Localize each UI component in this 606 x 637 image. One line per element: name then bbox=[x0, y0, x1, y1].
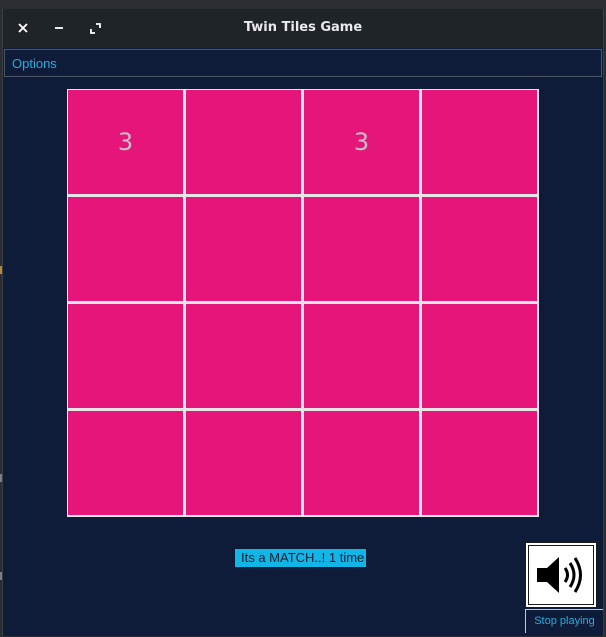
tile-board: 33 bbox=[67, 89, 539, 517]
sound-button[interactable] bbox=[525, 542, 597, 608]
stop-playing-button[interactable]: Stop playing bbox=[525, 609, 603, 633]
game-tile[interactable]: 3 bbox=[68, 90, 183, 194]
game-tile[interactable] bbox=[304, 411, 419, 515]
menu-bar: Options bbox=[4, 49, 602, 77]
game-tile[interactable]: 3 bbox=[304, 90, 419, 194]
game-tile[interactable] bbox=[68, 197, 183, 301]
game-tile[interactable] bbox=[68, 304, 183, 408]
game-tile[interactable] bbox=[422, 411, 537, 515]
edge-marker bbox=[0, 474, 2, 482]
game-tile[interactable] bbox=[304, 197, 419, 301]
title-bar: Twin Tiles Game bbox=[3, 9, 603, 48]
match-status-label: Its a MATCH..! 1 time bbox=[235, 549, 367, 567]
sound-button-frame bbox=[528, 545, 594, 605]
speaker-volume-icon bbox=[537, 557, 582, 593]
game-tile[interactable] bbox=[422, 197, 537, 301]
game-tile[interactable] bbox=[304, 304, 419, 408]
game-tile[interactable] bbox=[422, 304, 537, 408]
window-title: Twin Tiles Game bbox=[243, 20, 363, 35]
edge-marker bbox=[0, 266, 2, 274]
game-window: Twin Tiles Game Options 33 Its a MATCH..… bbox=[2, 9, 604, 636]
game-tile[interactable] bbox=[422, 90, 537, 194]
menu-options[interactable]: Options bbox=[12, 56, 57, 71]
game-tile[interactable] bbox=[68, 411, 183, 515]
game-tile[interactable] bbox=[186, 304, 301, 408]
game-tile[interactable] bbox=[186, 90, 301, 194]
game-tile[interactable] bbox=[186, 197, 301, 301]
game-tile[interactable] bbox=[186, 411, 301, 515]
edge-marker bbox=[0, 572, 2, 580]
